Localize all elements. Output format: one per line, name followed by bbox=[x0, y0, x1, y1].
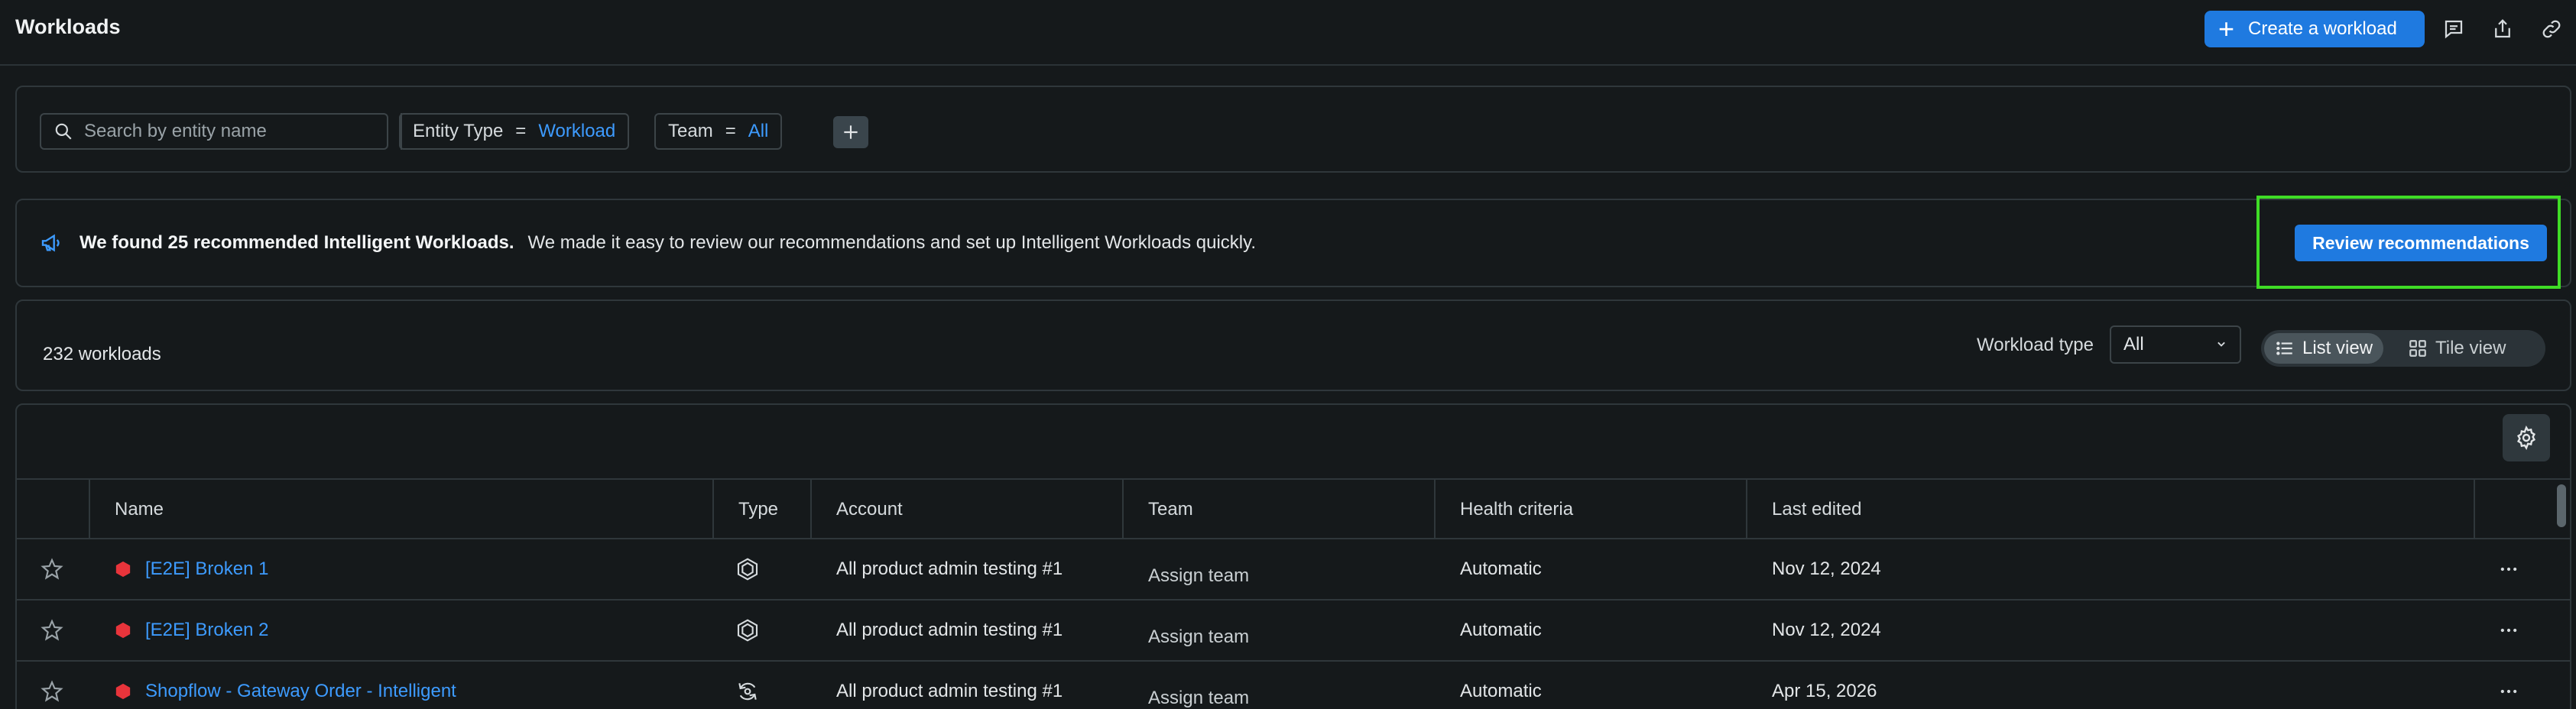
link-icon[interactable] bbox=[2536, 14, 2567, 44]
column-header-type[interactable]: Type bbox=[712, 480, 810, 539]
plus-icon: + bbox=[2218, 13, 2235, 44]
top-bar: Workloads + Create a workload bbox=[0, 0, 2576, 66]
name-cell: [E2E] Broken 1 bbox=[115, 539, 268, 599]
critical-status-icon bbox=[115, 561, 131, 578]
megaphone-icon bbox=[41, 234, 60, 252]
banner-headline: We found 25 recommended Intelligent Work… bbox=[79, 232, 514, 253]
account-cell: All product admin testing #1 bbox=[836, 620, 1063, 640]
workloads-table: Name Type Account Team Health criteria L… bbox=[15, 403, 2571, 709]
column-header-name[interactable]: Name bbox=[89, 480, 712, 539]
search-input[interactable] bbox=[84, 121, 375, 142]
column-header-account[interactable]: Account bbox=[810, 480, 1122, 539]
intelligent-workload-icon bbox=[735, 662, 760, 709]
table-row[interactable]: [E2E] Broken 2 All product admin testing… bbox=[17, 601, 2570, 662]
assign-team-link[interactable]: Assign team bbox=[1148, 662, 1249, 709]
column-header-actions bbox=[2474, 480, 2547, 539]
filter-value: Workload bbox=[538, 121, 616, 141]
create-workload-button[interactable]: + Create a workload bbox=[2205, 11, 2425, 47]
list-icon bbox=[2276, 342, 2292, 355]
table-settings-button[interactable] bbox=[2503, 414, 2550, 461]
workload-count: 232 workloads bbox=[43, 344, 161, 364]
filter-operator: = bbox=[725, 121, 736, 141]
workload-type-select[interactable]: All bbox=[2110, 325, 2241, 364]
create-workload-label: Create a workload bbox=[2248, 18, 2397, 39]
filter-chip-team[interactable]: Team = All bbox=[654, 113, 783, 150]
more-actions-icon[interactable] bbox=[2498, 662, 2519, 709]
name-cell: [E2E] Broken 2 bbox=[115, 601, 268, 660]
filter-bar: Entity Type = Workload Team = All bbox=[15, 86, 2571, 173]
workload-type-value: All bbox=[2123, 334, 2144, 354]
workload-icon bbox=[735, 601, 760, 660]
health-criteria-cell: Automatic bbox=[1460, 558, 1542, 579]
tile-view-button[interactable]: Tile view bbox=[2397, 333, 2516, 364]
chevron-down-icon bbox=[2218, 342, 2225, 347]
gear-icon bbox=[2517, 426, 2535, 450]
workload-icon bbox=[735, 539, 760, 599]
workload-name-link[interactable]: Shopflow - Gateway Order - Intelligent bbox=[145, 681, 456, 702]
table-row[interactable]: Shopflow - Gateway Order - Intelligent A… bbox=[17, 662, 2570, 709]
account-cell: All product admin testing #1 bbox=[836, 558, 1063, 579]
workload-name-link[interactable]: [E2E] Broken 1 bbox=[145, 558, 268, 580]
feedback-icon[interactable] bbox=[2438, 14, 2469, 44]
page-title: Workloads bbox=[15, 15, 121, 38]
column-header-last-edited[interactable]: Last edited bbox=[1746, 480, 2490, 539]
plus-icon bbox=[844, 125, 858, 139]
add-filter-button[interactable] bbox=[833, 116, 868, 148]
table-header: Name Type Account Team Health criteria L… bbox=[17, 478, 2570, 539]
health-criteria-cell: Automatic bbox=[1460, 620, 1542, 640]
workload-name-link[interactable]: [E2E] Broken 2 bbox=[145, 620, 268, 641]
star-icon[interactable] bbox=[40, 601, 64, 660]
search-icon bbox=[55, 123, 72, 140]
last-edited-cell: Nov 12, 2024 bbox=[1772, 558, 1881, 579]
name-cell: Shopflow - Gateway Order - Intelligent bbox=[115, 662, 456, 709]
filter-value: All bbox=[748, 121, 769, 141]
table-scrollbar[interactable] bbox=[2553, 478, 2570, 709]
star-icon[interactable] bbox=[40, 662, 64, 709]
scrollbar-thumb[interactable] bbox=[2557, 484, 2566, 527]
table-row[interactable]: [E2E] Broken 1 All product admin testing… bbox=[17, 539, 2570, 601]
list-view-label: List view bbox=[2302, 338, 2373, 358]
column-header-health-criteria[interactable]: Health criteria bbox=[1434, 480, 1746, 539]
account-cell: All product admin testing #1 bbox=[836, 681, 1063, 701]
column-header-team[interactable]: Team bbox=[1122, 480, 1434, 539]
workload-type-label: Workload type bbox=[1977, 335, 2094, 355]
review-recommendations-button[interactable]: Review recommendations bbox=[2295, 225, 2547, 261]
share-icon[interactable] bbox=[2487, 14, 2518, 44]
star-icon[interactable] bbox=[40, 539, 64, 599]
tile-view-label: Tile view bbox=[2435, 338, 2506, 358]
more-actions-icon[interactable] bbox=[2498, 539, 2519, 599]
last-edited-cell: Apr 15, 2026 bbox=[1772, 681, 1877, 701]
assign-team-link[interactable]: Assign team bbox=[1148, 601, 1249, 660]
more-actions-icon[interactable] bbox=[2498, 601, 2519, 660]
filter-key: Team bbox=[668, 121, 713, 141]
assign-team-link[interactable]: Assign team bbox=[1148, 539, 1249, 599]
banner-description: We made it easy to review our recommenda… bbox=[527, 232, 1257, 253]
filter-key: Entity Type bbox=[413, 121, 504, 141]
filter-operator: = bbox=[515, 121, 527, 141]
filter-chip-entity-type[interactable]: Entity Type = Workload bbox=[399, 113, 630, 150]
tile-icon bbox=[2409, 340, 2426, 357]
critical-status-icon bbox=[115, 622, 131, 639]
workloads-summary: 232 workloads Workload type All List vie… bbox=[15, 299, 2571, 391]
recommendations-banner: We found 25 recommended Intelligent Work… bbox=[15, 199, 2571, 287]
search-box[interactable] bbox=[40, 113, 388, 150]
banner-message: We found 25 recommended Intelligent Work… bbox=[79, 232, 1256, 254]
health-criteria-cell: Automatic bbox=[1460, 681, 1542, 701]
list-view-button[interactable]: List view bbox=[2264, 333, 2384, 364]
last-edited-cell: Nov 12, 2024 bbox=[1772, 620, 1881, 640]
view-toggle: List view Tile view bbox=[2261, 330, 2545, 367]
critical-status-icon bbox=[115, 683, 131, 700]
